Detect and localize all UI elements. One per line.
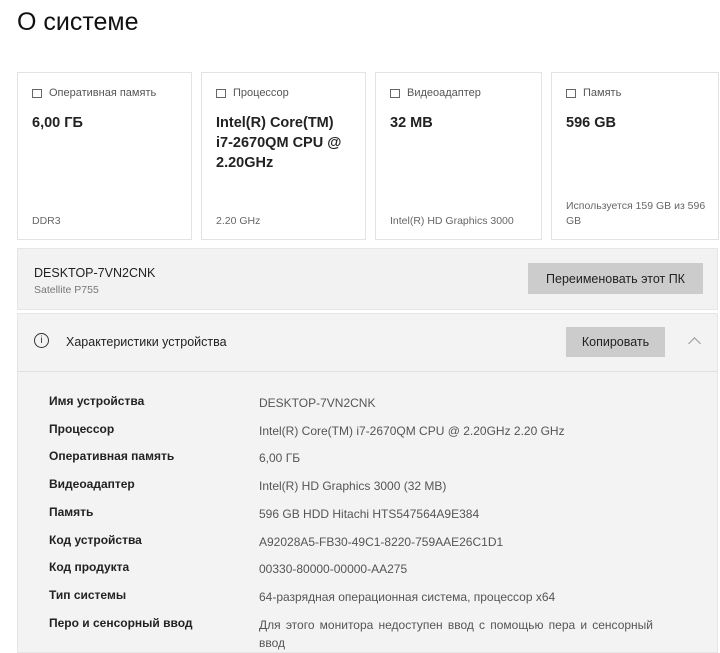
info-icon: i: [34, 333, 49, 348]
display-adapter-icon: [390, 88, 400, 98]
card-storage: Память 596 GB Используется 159 GB из 596…: [551, 72, 719, 240]
chevron-up-icon[interactable]: [688, 337, 701, 350]
spec-label: Процессор: [49, 421, 115, 436]
card-processor: Процессор Intel(R) Core(TM) i7-2670QM CP…: [201, 72, 366, 240]
spec-label: Код устройства: [49, 532, 142, 547]
device-model: Satellite P755: [34, 284, 99, 296]
card-sub: Используется 159 GB из 596 GB: [566, 200, 706, 227]
page-title: О системе: [17, 8, 139, 36]
rename-pc-button[interactable]: Переименовать этот ПК: [528, 263, 703, 294]
card-value: 32 MB: [390, 115, 433, 131]
storage-icon: [566, 88, 576, 98]
spec-label: Имя устройства: [49, 394, 145, 408]
card-memory: Оперативная память 6,00 ГБ DDR3: [17, 72, 192, 240]
spec-label: Тип системы: [49, 587, 127, 602]
card-display-adapter: Видеоадаптер 32 MB Intel(R) HD Graphics …: [375, 72, 542, 240]
card-sub: DDR3: [32, 215, 61, 227]
spec-value: Intel(R) HD Graphics 3000 (32 MB): [259, 479, 447, 494]
spec-label: Видеоадаптер: [49, 477, 135, 492]
device-bar: DESKTOP-7VN2CNK Satellite P755 Переимено…: [17, 248, 718, 310]
card-value: Intel(R) Core(TM) i7-2670QM CPU @ 2.20GH…: [216, 115, 342, 171]
memory-icon: [32, 88, 42, 98]
device-name: DESKTOP-7VN2CNK: [34, 266, 156, 280]
card-value: 596 GB: [566, 115, 616, 131]
specs-title: Характеристики устройства: [66, 335, 227, 349]
spec-value: 64-разрядная операционная система, проце…: [259, 589, 556, 604]
spec-value: 6,00 ГБ: [259, 451, 301, 466]
card-label: Процессор: [233, 87, 289, 99]
spec-value: Для этого монитора недоступен ввод с пом…: [259, 617, 653, 650]
card-sub: 2.20 GHz: [216, 215, 261, 227]
spec-label: Код продукта: [49, 560, 130, 575]
card-value: 6,00 ГБ: [32, 115, 83, 131]
processor-icon: [216, 88, 226, 98]
spec-label: Память: [49, 504, 94, 519]
spec-label: Оперативная память: [49, 449, 175, 464]
spec-value: Intel(R) Core(TM) i7-2670QM CPU @ 2.20GH…: [259, 423, 565, 438]
spec-value: 596 GB HDD Hitachi HTS547564A9E384: [259, 506, 480, 521]
spec-value: A92028A5-FB30-49C1-8220-759AAE26C1D1: [259, 534, 504, 549]
card-sub: Intel(R) HD Graphics 3000: [390, 215, 514, 227]
spec-value: 00330-80000-00000-AA275: [259, 562, 408, 577]
specs-header[interactable]: i Характеристики устройства Копировать: [18, 314, 717, 372]
card-label: Оперативная память: [49, 87, 157, 99]
copy-button[interactable]: Копировать: [566, 327, 665, 357]
spec-value: DESKTOP-7VN2CNK: [259, 396, 376, 410]
spec-label: Перо и сенсорный ввод: [49, 615, 193, 630]
card-label: Память: [583, 87, 622, 99]
card-label: Видеоадаптер: [407, 87, 481, 99]
